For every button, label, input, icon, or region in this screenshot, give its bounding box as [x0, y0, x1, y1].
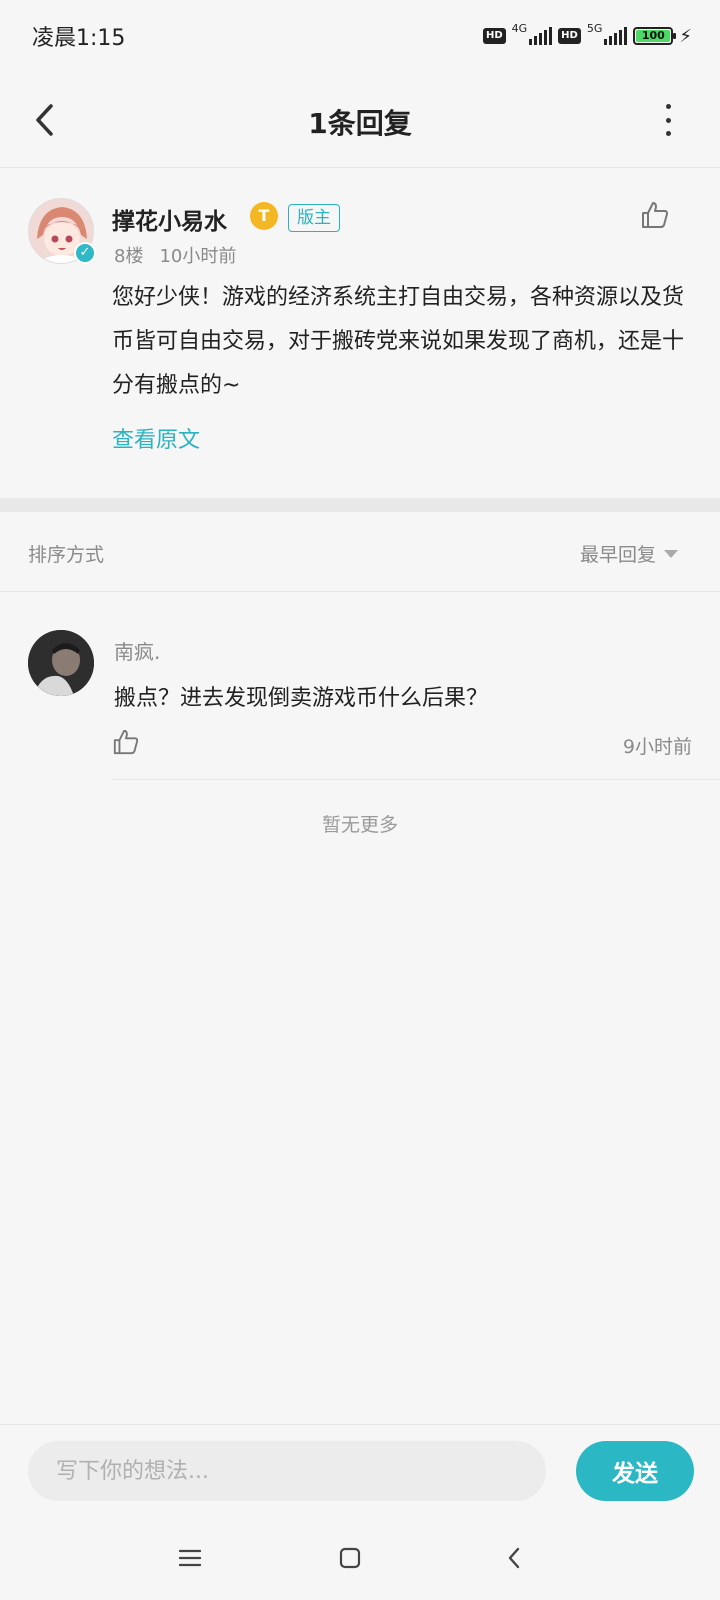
battery-level: 100 — [636, 30, 671, 42]
more-vertical-icon — [665, 104, 671, 109]
signal-icon — [604, 27, 628, 45]
post-time: 10小时前 — [159, 246, 237, 267]
more-options-button[interactable] — [656, 104, 680, 136]
post-like-button[interactable] — [640, 200, 670, 230]
home-square-icon — [339, 1547, 361, 1569]
level-badge-icon: T — [250, 202, 278, 230]
no-more-label: 暂无更多 — [321, 814, 398, 836]
recent-apps-button[interactable] — [170, 1538, 210, 1578]
reply-author-name[interactable]: 南疯. — [114, 636, 160, 665]
moderator-badge: 版主 — [288, 204, 340, 232]
status-bar: 凌晨1:15 HD 4G HD 5G 100 ⚡ — [0, 0, 720, 72]
section-divider — [0, 498, 720, 512]
sort-bar: 排序方式 最早回复 — [0, 512, 720, 592]
status-time: 凌晨1:15 — [32, 26, 126, 51]
thumbs-up-icon — [113, 729, 139, 755]
sort-label: 排序方式 — [28, 544, 105, 566]
system-nav-bar — [0, 1516, 720, 1600]
top-nav-bar: 1条回复 — [0, 72, 720, 168]
charging-icon: ⚡ — [679, 25, 692, 47]
verified-badge-icon: ✓ — [74, 242, 96, 264]
reply-content: 搬点？进去发现倒卖游戏币什么后果？ — [114, 686, 489, 711]
send-button[interactable]: 发送 — [576, 1441, 694, 1501]
floor-number: 8楼 — [114, 246, 144, 267]
post-meta: 8楼 10小时前 — [114, 242, 236, 268]
page-title: 1条回复 — [308, 107, 412, 140]
reply-time: 9小时前 — [622, 736, 692, 758]
status-icons: HD 4G HD 5G 100 ⚡ — [482, 20, 692, 52]
original-post: ✓ 撑花小易水 T 版主 8楼 10小时前 您好少侠！游戏的经济系统主打自由交易，… — [0, 168, 720, 498]
hd-icon: HD — [558, 28, 581, 44]
menu-icon — [179, 1549, 201, 1567]
network-type-label: 5G — [586, 21, 603, 35]
home-button[interactable] — [330, 1538, 370, 1578]
battery-icon: 100 — [633, 27, 677, 45]
divider — [112, 779, 720, 780]
system-back-button[interactable] — [494, 1538, 534, 1578]
comment-bar: 发送 — [0, 1424, 720, 1516]
post-content: 您好少侠！游戏的经济系统主打自由交易，各种资源以及货币皆可自由交易，对于搬砖党来… — [112, 285, 685, 398]
sort-selected-value: 最早回复 — [579, 544, 656, 566]
caret-down-icon — [664, 549, 678, 558]
reply-item: 南疯. 搬点？进去发现倒卖游戏币什么后果？ 9小时前 — [0, 592, 720, 780]
reply-like-button[interactable] — [112, 728, 140, 756]
reply-author-avatar[interactable] — [28, 630, 94, 696]
network-type-label: 4G — [511, 21, 528, 35]
comment-input[interactable] — [28, 1441, 546, 1501]
post-author-name[interactable]: 撑花小易水 — [112, 202, 227, 236]
view-original-link[interactable]: 查看原文 — [112, 422, 200, 454]
thumbs-up-icon — [642, 202, 668, 228]
sort-dropdown[interactable]: 最早回复 — [580, 540, 678, 567]
signal-icon — [529, 27, 553, 45]
post-author-avatar[interactable]: ✓ — [28, 198, 96, 264]
back-icon — [508, 1547, 520, 1569]
hd-icon: HD — [482, 28, 506, 44]
